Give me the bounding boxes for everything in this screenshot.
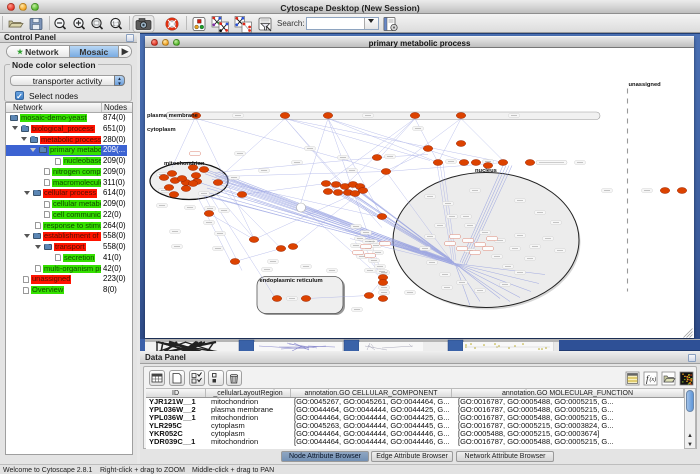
svg-text:mitochondrion: mitochondrion	[164, 161, 205, 167]
svg-text:(x): (x)	[650, 376, 657, 383]
svg-text:nucleus: nucleus	[475, 168, 497, 174]
svg-text:endoplasmic reticulum: endoplasmic reticulum	[260, 278, 323, 284]
svg-text:plasma membrane: plasma membrane	[147, 113, 199, 119]
svg-text:cytoplasm: cytoplasm	[147, 127, 176, 133]
svg-text:1:1: 1:1	[112, 21, 120, 27]
svg-text:unassigned: unassigned	[629, 82, 662, 88]
